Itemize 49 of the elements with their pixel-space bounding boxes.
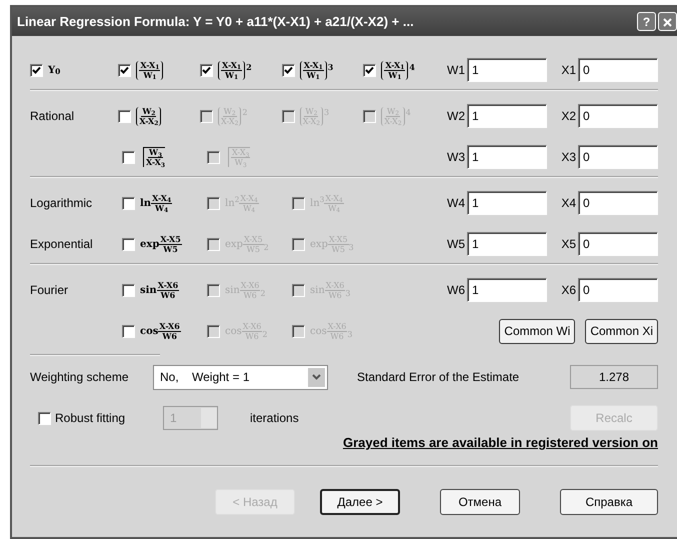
field-label: X3 <box>560 149 576 166</box>
iterations-label: iterations <box>250 410 299 427</box>
std-error-value: 1.278 <box>570 365 658 389</box>
field-label: W3 <box>446 149 465 166</box>
weight-field[interactable]: 1 <box>467 104 547 128</box>
row-label: Rational <box>30 108 74 125</box>
field-label: W4 <box>446 195 465 212</box>
offset-field[interactable]: 0 <box>578 104 658 128</box>
field-label: X5 <box>560 236 576 253</box>
dialog-button[interactable]: Далее > <box>320 488 400 514</box>
formula-label: X-X$_{1}$ W$_{1}$ 4 <box>381 60 415 80</box>
weight-field[interactable]: 1 <box>467 278 547 302</box>
weighting-dropdown[interactable]: No, Weight = 1 <box>153 364 328 390</box>
field-label: W2 <box>446 108 465 125</box>
row-label: Fourier <box>30 282 68 299</box>
row-label: Exponential <box>30 236 93 253</box>
common-button[interactable]: Common Wi <box>499 318 576 344</box>
help-button[interactable]: ? <box>637 12 656 31</box>
field-label: W1 <box>446 62 465 79</box>
formula-label: W$_{2}$ X-X$_{2}$ <box>136 106 162 126</box>
row-label: Logarithmic <box>30 195 92 212</box>
common-button[interactable]: Common Xi <box>585 318 658 344</box>
robust-label: Robust fitting <box>55 410 126 427</box>
weight-field[interactable]: 1 <box>467 232 547 256</box>
dialog-button[interactable]: Справка <box>560 488 658 514</box>
field-label: X4 <box>560 195 576 212</box>
std-error-label: Standard Error of the Estimate <box>357 369 520 386</box>
weight-field[interactable]: 1 <box>467 145 547 169</box>
formula-label: Y$_{0}$ <box>48 64 60 78</box>
formula-label: X-X$_{1}$ W$_{1}$ <box>136 60 164 80</box>
weight-field[interactable]: 1 <box>467 191 547 215</box>
dialog-button[interactable]: Отмена <box>440 488 520 514</box>
formula-label: W$_{3}$ X-X$_{3}$ <box>140 147 166 167</box>
field-label: X2 <box>560 108 576 125</box>
offset-field[interactable]: 0 <box>578 232 658 256</box>
formula-label: X-X$_{1}$ W$_{1}$ 2 <box>218 60 252 80</box>
formula-label: X-X$_{1}$ W$_{1}$ 3 <box>300 60 334 80</box>
weight-field[interactable]: 1 <box>467 58 547 82</box>
field-label: W6 <box>446 282 465 299</box>
offset-field[interactable]: 0 <box>578 191 658 215</box>
field-label: W5 <box>446 236 465 253</box>
registration-note: Grayed items are available in registered version on <box>342 434 658 452</box>
field-label: X6 <box>560 282 576 299</box>
offset-field[interactable]: 0 <box>578 145 658 169</box>
field-label: X1 <box>560 62 576 79</box>
offset-field[interactable]: 0 <box>578 58 658 82</box>
weighting-label: Weighting scheme <box>30 369 130 386</box>
offset-field[interactable]: 0 <box>578 278 658 302</box>
window-title: Linear Regression Formula: Y = Y0 + a11*(X-X1) + a21/(X-X2) + ... <box>17 12 415 31</box>
